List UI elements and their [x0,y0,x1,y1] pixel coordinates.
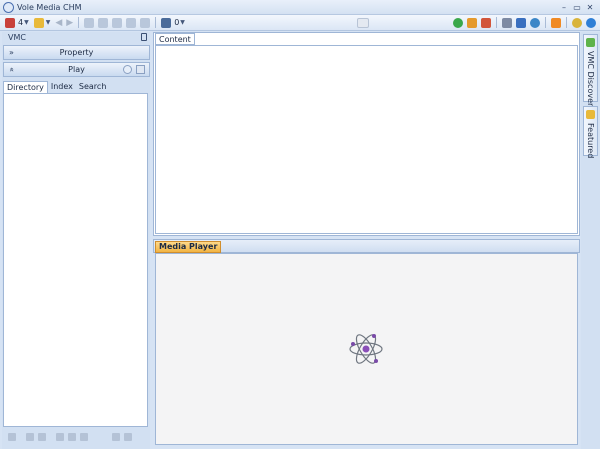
main-toolbar: 4 ▼ ▼ ◀ ▶ 0 ▼ [0,15,600,31]
chat-icon[interactable] [357,17,369,28]
stop-icon[interactable] [136,65,145,74]
back-arrow-icon[interactable]: ◀ [55,18,62,28]
content-view[interactable] [155,45,578,234]
info-icon[interactable] [586,17,596,28]
bookmark-icon[interactable] [112,17,123,28]
play-icon[interactable] [123,65,132,74]
player-icon[interactable] [161,17,172,28]
right-side-strip: VMC Discovery Featured [581,32,600,449]
columns-icon[interactable] [502,17,512,28]
property-label: Property [59,48,94,57]
library-count: 4 [18,18,24,27]
tab-vmc-discovery[interactable]: VMC Discovery [583,34,598,111]
export-icon[interactable] [126,17,137,28]
vmc-title: VMC [8,33,26,42]
tab-featured[interactable]: Featured [583,106,598,159]
title-bar: Vole Media CHM – ▭ ✕ [0,0,600,15]
rocket-icon[interactable] [481,17,491,28]
fullscreen-icon[interactable] [140,17,151,28]
play-section[interactable]: » Play [3,62,150,77]
maximize-button[interactable]: ▭ [571,1,583,13]
chevron-up-icon: » [6,67,16,72]
toolbar-divider [78,17,80,28]
player-count: 0 [174,18,180,27]
player-dropdown-icon[interactable]: ▼ [180,19,185,26]
user-icon[interactable] [530,17,540,28]
previous-topic-icon[interactable] [56,433,64,441]
toolbar-divider [545,17,546,28]
chevron-down-icon: » [9,48,14,57]
vmc-discovery-label: VMC Discovery [586,51,595,112]
sync-icon[interactable] [80,433,88,441]
pin-icon[interactable] [141,33,147,41]
tab-content[interactable]: Content [155,33,195,45]
toolbar-divider [155,17,157,28]
play-label: Play [68,65,85,74]
library-dropdown-icon[interactable]: ▼ [24,19,29,26]
print-icon[interactable] [84,17,95,28]
discovery-icon [586,38,595,47]
grid-dropdown-icon[interactable]: ▼ [46,19,51,26]
grid-icon[interactable] [33,17,44,28]
tab-media-player[interactable]: Media Player [155,241,222,253]
close-panel-icon[interactable] [124,433,132,441]
library-icon[interactable] [5,17,15,28]
next-topic-icon[interactable] [68,433,76,441]
featured-star-icon [586,110,595,119]
settings-icon[interactable] [112,433,120,441]
left-bottom-toolbar [2,430,148,444]
navigation-tabs: Directory Index Search [3,81,109,93]
tab-index[interactable]: Index [48,81,76,93]
forward-arrow-icon[interactable]: ▶ [66,18,73,28]
tab-search[interactable]: Search [76,81,109,93]
shield-icon[interactable] [516,17,526,28]
expand-icon[interactable] [26,433,34,441]
window-title: Vole Media CHM [17,2,82,12]
toolbar-divider [566,17,567,28]
vmc-panel-header: VMC [2,32,150,43]
add-icon[interactable] [453,17,463,28]
tab-directory[interactable]: Directory [3,81,48,93]
power-icon[interactable] [572,17,582,28]
collapse-icon[interactable] [38,433,46,441]
copy-icon[interactable] [98,17,109,28]
atom-logo-icon [349,334,383,364]
featured-label: Featured [586,123,595,159]
refresh-icon[interactable] [8,433,16,441]
property-section[interactable]: » Property [3,45,150,60]
close-button[interactable]: ✕ [584,1,596,13]
toolbar-divider [496,17,497,28]
app-logo-icon [3,1,14,13]
directory-tree[interactable] [3,93,148,427]
tools-icon[interactable] [467,17,477,28]
rss-icon[interactable] [551,17,561,28]
minimize-button[interactable]: – [558,1,570,13]
